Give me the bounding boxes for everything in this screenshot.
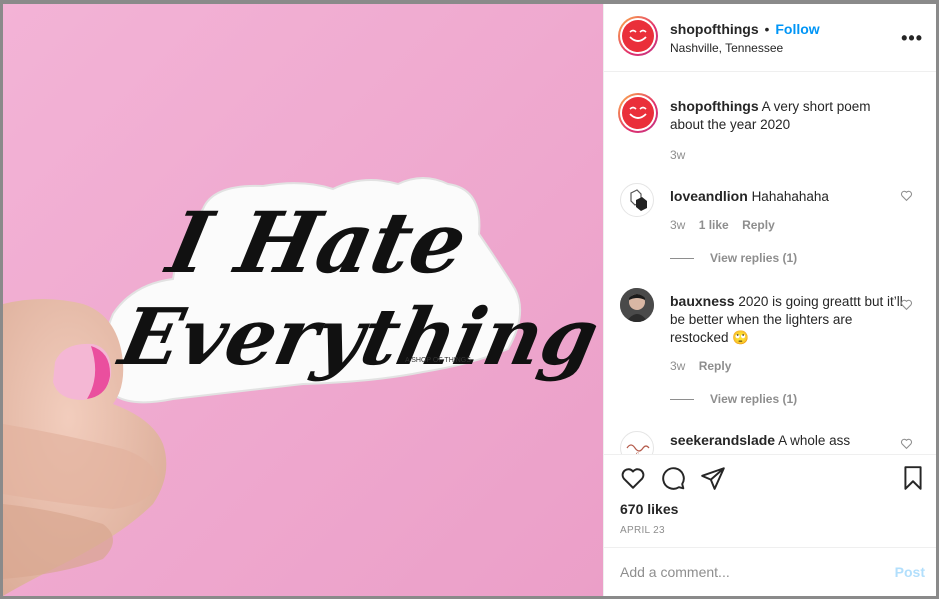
sticker-line1: I Hate xyxy=(158,194,476,293)
replies-line xyxy=(670,258,694,260)
author-username[interactable]: shopofthings xyxy=(670,21,759,37)
script-logo-icon: & xyxy=(626,444,650,454)
comment-time[interactable]: 3w xyxy=(670,218,685,232)
sticker-credit: A SHOP OF THINGS xyxy=(405,357,471,364)
author-avatar[interactable] xyxy=(618,16,658,56)
sticker-line2: Everything xyxy=(111,291,603,383)
more-options-icon[interactable]: ••• xyxy=(901,28,923,49)
comment-time[interactable]: 3w xyxy=(670,359,685,373)
bookmark-icon[interactable] xyxy=(900,465,926,491)
commenter-avatar[interactable]: & xyxy=(620,431,654,454)
post-date[interactable]: APRIL 23 xyxy=(620,525,665,536)
comment-username[interactable]: bauxness xyxy=(670,293,735,309)
separator-dot: • xyxy=(764,21,770,37)
post-photo[interactable]: I Hate Everything A SHOP OF THINGS xyxy=(3,4,603,596)
person-photo-icon xyxy=(620,288,654,322)
likes-count[interactable]: 670 likes xyxy=(620,501,678,517)
comments-list[interactable]: shopofthings A very short poem about the… xyxy=(604,73,936,454)
comment-icon[interactable] xyxy=(660,465,686,491)
heart-icon[interactable] xyxy=(620,465,646,491)
view-replies-label: View replies (1) xyxy=(710,392,798,406)
follow-button[interactable]: Follow xyxy=(775,21,819,37)
caption-avatar[interactable] xyxy=(618,93,658,133)
comment-heart-icon[interactable] xyxy=(900,298,913,311)
post-button[interactable]: Post xyxy=(895,564,925,580)
caption-time[interactable]: 3w xyxy=(670,148,685,162)
comment-text: A whole ass xyxy=(778,433,851,448)
post-window: I Hate Everything A SHOP OF THINGS shopo… xyxy=(0,0,939,599)
post-actions: 670 likes APRIL 23 xyxy=(604,454,936,548)
view-replies-button[interactable]: View replies (1) xyxy=(670,392,797,406)
smiley-logo-icon xyxy=(629,29,647,42)
comment-likes[interactable]: 1 like xyxy=(699,218,729,232)
comment-input[interactable]: Add a comment... xyxy=(620,564,730,580)
comment-text: Hahahahaha xyxy=(751,189,829,204)
share-icon[interactable] xyxy=(700,465,726,491)
comment-heart-icon[interactable] xyxy=(900,189,913,202)
post-side-panel: shopofthings • Follow Nashville, Tenness… xyxy=(603,4,936,596)
replies-line xyxy=(670,399,694,401)
comment-heart-icon[interactable] xyxy=(900,437,913,450)
view-replies-label: View replies (1) xyxy=(710,251,798,265)
post-location[interactable]: Nashville, Tennessee xyxy=(670,41,783,55)
commenter-avatar[interactable] xyxy=(620,288,654,322)
smiley-logo-icon xyxy=(629,106,647,119)
comment-username[interactable]: loveandlion xyxy=(670,188,748,204)
commenter-avatar[interactable] xyxy=(620,183,654,217)
view-replies-button[interactable]: View replies (1) xyxy=(670,251,797,265)
comment-composer: Add a comment... Post xyxy=(604,547,936,596)
post-header: shopofthings • Follow Nashville, Tenness… xyxy=(604,4,936,72)
reply-button[interactable]: Reply xyxy=(742,218,775,232)
caption-username[interactable]: shopofthings xyxy=(670,98,759,114)
sticker-image: I Hate Everything A SHOP OF THINGS xyxy=(3,4,603,596)
reply-button[interactable]: Reply xyxy=(699,359,732,373)
comment-username[interactable]: seekerandslade xyxy=(670,432,775,448)
hexagon-logo-icon xyxy=(630,189,647,211)
